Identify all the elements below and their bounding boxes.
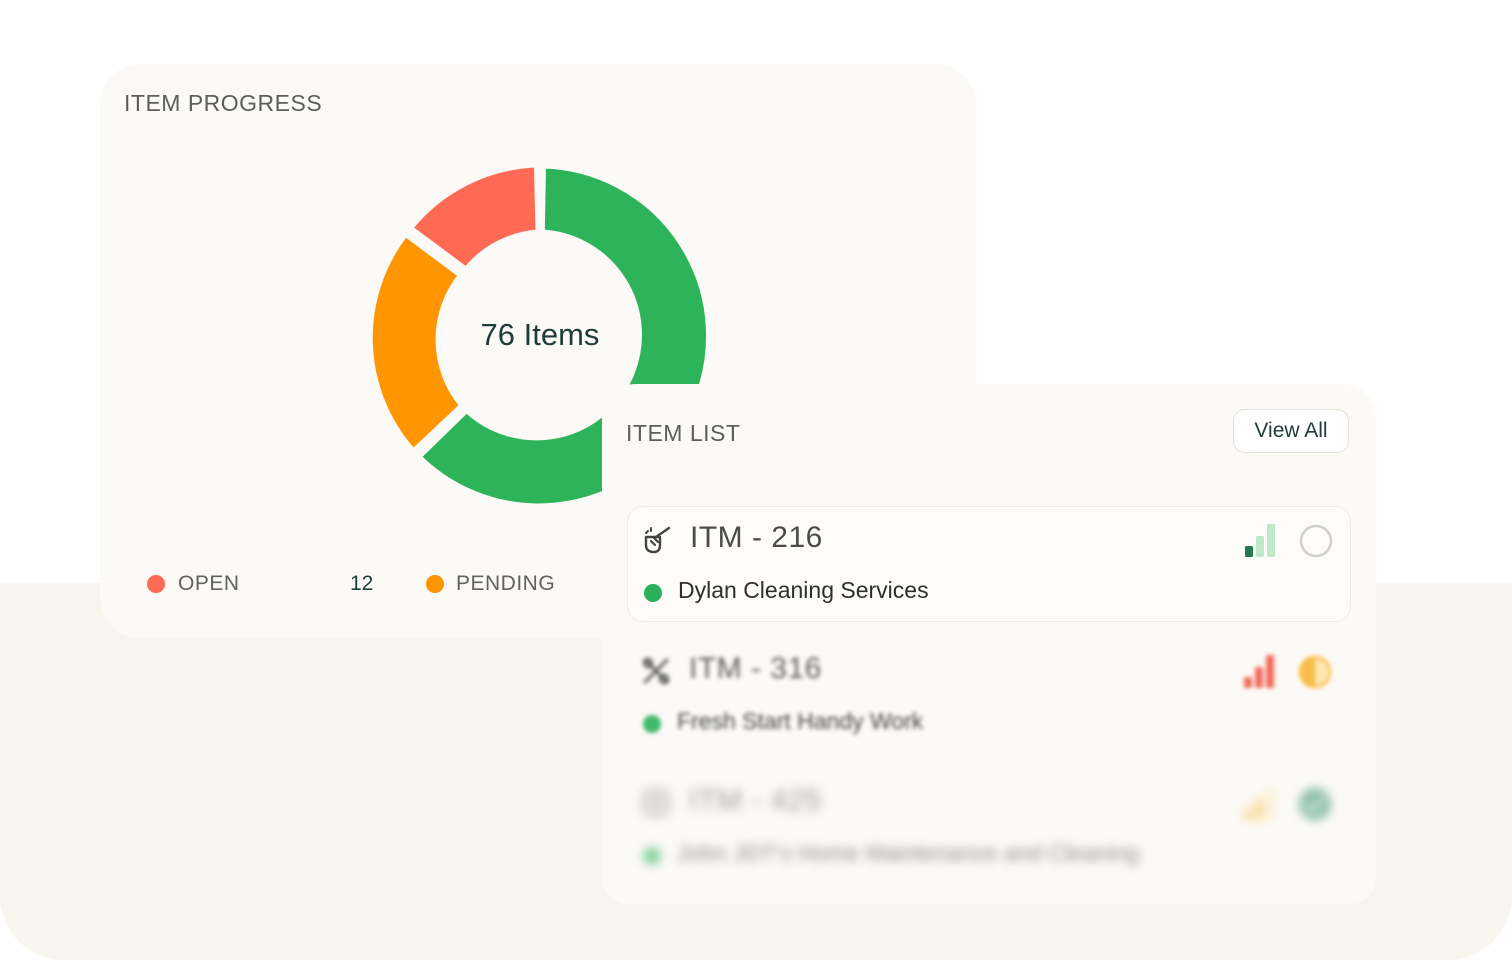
status-completed-icon[interactable] [1297,786,1333,822]
legend-value-open: 12 [350,572,374,595]
item-code: ITM - 316 [689,652,822,685]
list-item[interactable]: ITM - 425 John JDT's Home Maintenance an… [627,770,1351,886]
item-vendor: Dylan Cleaning Services [678,577,929,603]
tools-icon [642,657,670,685]
broom-icon [644,526,671,554]
legend-dot-open [147,575,165,593]
item-vendor: Fresh Start Handy Work [677,708,924,734]
priority-low-icon [1245,524,1275,557]
legend-label-pending: PENDING [456,572,556,595]
item-progress-title: ITEM PROGRESS [124,90,323,116]
priority-medium-icon [1244,787,1274,820]
status-in-progress-icon[interactable] [1297,654,1333,690]
view-all-button[interactable]: View All [1233,409,1349,453]
item-vendor: John JDT's Home Maintenance and Cleaning [677,840,1140,866]
list-item[interactable]: ITM - 316 Fresh Start Handy Work [627,638,1351,754]
grid-icon [642,789,670,817]
item-list-card: ITEM LIST View All ITM - 216 Dylan Clean… [602,384,1376,904]
priority-high-icon [1244,655,1274,688]
legend-dot-pending [426,575,444,593]
vendor-status-dot [643,715,661,733]
legend-label-open: OPEN [178,572,240,595]
status-not-started-icon[interactable] [1298,523,1334,559]
vendor-status-dot [644,584,662,602]
item-list-title: ITEM LIST [626,420,741,446]
item-code: ITM - 216 [690,521,823,554]
list-item[interactable]: ITM - 216 Dylan Cleaning Services [627,506,1351,622]
item-code: ITM - 425 [689,784,822,817]
vendor-status-dot [643,847,661,865]
